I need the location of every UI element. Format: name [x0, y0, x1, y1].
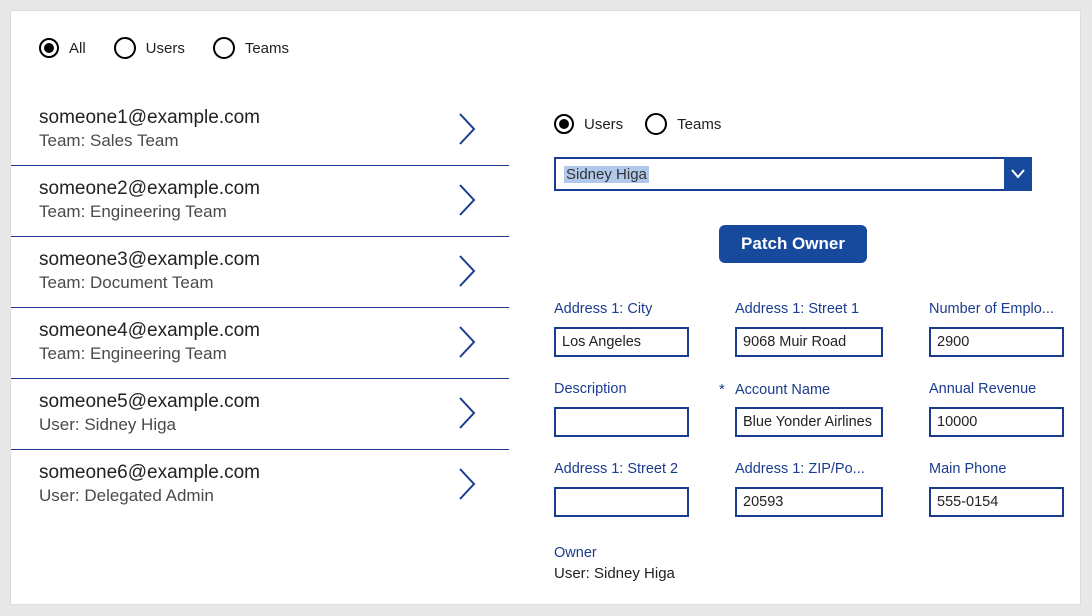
field-label: Account Name — [735, 382, 830, 398]
list-item-title: someone1@example.com — [39, 107, 260, 129]
chevron-right-icon — [457, 253, 479, 289]
field-label: Address 1: Street 2 — [554, 461, 678, 477]
employees-input[interactable] — [929, 327, 1064, 357]
field-zip: Address 1: ZIP/Po... — [735, 461, 883, 517]
owner-type-radio-teams[interactable]: Teams — [645, 113, 721, 135]
field-label: Address 1: City — [554, 301, 652, 317]
list-item-text: someone3@example.comTeam: Document Team — [39, 249, 260, 293]
account-name-input[interactable] — [735, 407, 883, 437]
field-revenue: Annual Revenue — [929, 381, 1064, 437]
radio-circle-icon — [114, 37, 136, 59]
city-input[interactable] — [554, 327, 689, 357]
records-list[interactable]: someone1@example.comTeam: Sales Teamsome… — [11, 99, 509, 593]
list-item[interactable]: someone3@example.comTeam: Document Team — [11, 237, 509, 308]
field-label: Address 1: ZIP/Po... — [735, 461, 865, 477]
list-item-text: someone5@example.comUser: Sidney Higa — [39, 391, 260, 435]
field-account-name: * Account Name — [735, 381, 883, 437]
chevron-right-icon — [457, 111, 479, 147]
owner-type-radio-users[interactable]: Users — [554, 114, 623, 134]
chevron-right-icon — [457, 182, 479, 218]
radio-label: All — [69, 40, 86, 57]
chevron-down-icon — [1004, 157, 1032, 191]
field-street2: Address 1: Street 2 — [554, 461, 689, 517]
patch-button-wrap: Patch Owner — [554, 225, 1032, 263]
list-item-title: someone2@example.com — [39, 178, 260, 200]
radio-label: Users — [584, 116, 623, 133]
radio-circle-icon — [554, 114, 574, 134]
main-phone-input[interactable] — [929, 487, 1064, 517]
chevron-right-icon — [457, 324, 479, 360]
main-area: someone1@example.comTeam: Sales Teamsome… — [11, 99, 1080, 593]
field-label: Main Phone — [929, 461, 1006, 477]
list-item[interactable]: someone2@example.comTeam: Engineering Te… — [11, 166, 509, 237]
owner-block: Owner User: Sidney Higa — [554, 545, 1054, 582]
list-item-sub: User: Sidney Higa — [39, 415, 260, 435]
list-item[interactable]: someone4@example.comTeam: Engineering Te… — [11, 308, 509, 379]
owner-label: Owner — [554, 545, 1054, 561]
list-item-text: someone1@example.comTeam: Sales Team — [39, 107, 260, 151]
street1-input[interactable] — [735, 327, 883, 357]
list-item[interactable]: someone6@example.comUser: Delegated Admi… — [11, 450, 509, 520]
owner-select[interactable]: Sidney Higa — [554, 157, 1032, 191]
field-label: Description — [554, 381, 627, 397]
field-label: Number of Emplo... — [929, 301, 1054, 317]
field-city: Address 1: City — [554, 301, 689, 357]
field-label: Annual Revenue — [929, 381, 1036, 397]
top-filter-group: All Users Teams — [11, 11, 1080, 59]
owner-select-box: Sidney Higa — [554, 157, 1032, 191]
field-main-phone: Main Phone — [929, 461, 1064, 517]
field-street1: Address 1: Street 1 — [735, 301, 883, 357]
list-item-sub: Team: Engineering Team — [39, 344, 260, 364]
list-item-sub: Team: Sales Team — [39, 131, 260, 151]
radio-label: Teams — [245, 40, 289, 57]
radio-circle-icon — [39, 38, 59, 58]
list-item-title: someone4@example.com — [39, 320, 260, 342]
chevron-right-icon — [457, 466, 479, 502]
list-item-sub: User: Delegated Admin — [39, 486, 260, 506]
chevron-right-icon — [457, 395, 479, 431]
field-description: Description — [554, 381, 689, 437]
fields-grid: Address 1: City Address 1: Street 1 Numb… — [554, 301, 1054, 517]
required-asterisk-icon: * — [719, 381, 729, 398]
radio-label: Teams — [677, 116, 721, 133]
field-label: Address 1: Street 1 — [735, 301, 859, 317]
list-item-text: someone4@example.comTeam: Engineering Te… — [39, 320, 260, 364]
list-item-title: someone5@example.com — [39, 391, 260, 413]
radio-label: Users — [146, 40, 185, 57]
owner-type-group: Users Teams — [554, 113, 1054, 135]
list-item-text: someone6@example.comUser: Delegated Admi… — [39, 462, 260, 506]
list-item-title: someone3@example.com — [39, 249, 260, 271]
patch-owner-button[interactable]: Patch Owner — [719, 225, 867, 263]
list-item-sub: Team: Document Team — [39, 273, 260, 293]
revenue-input[interactable] — [929, 407, 1064, 437]
list-item-sub: Team: Engineering Team — [39, 202, 260, 222]
list-item[interactable]: someone5@example.comUser: Sidney Higa — [11, 379, 509, 450]
zip-input[interactable] — [735, 487, 883, 517]
list-item[interactable]: someone1@example.comTeam: Sales Team — [11, 99, 509, 166]
app-window: All Users Teams someone1@example.comTeam… — [10, 10, 1081, 605]
field-employees: Number of Emplo... — [929, 301, 1064, 357]
description-input[interactable] — [554, 407, 689, 437]
list-item-text: someone2@example.comTeam: Engineering Te… — [39, 178, 260, 222]
street2-input[interactable] — [554, 487, 689, 517]
filter-radio-users[interactable]: Users — [114, 37, 185, 59]
owner-value: User: Sidney Higa — [554, 565, 1054, 582]
radio-circle-icon — [213, 37, 235, 59]
filter-radio-all[interactable]: All — [39, 38, 86, 58]
radio-circle-icon — [645, 113, 667, 135]
detail-panel: Users Teams Sidney Higa Patch Owner — [509, 99, 1080, 593]
filter-radio-teams[interactable]: Teams — [213, 37, 289, 59]
owner-select-value: Sidney Higa — [564, 166, 649, 183]
list-item-title: someone6@example.com — [39, 462, 260, 484]
